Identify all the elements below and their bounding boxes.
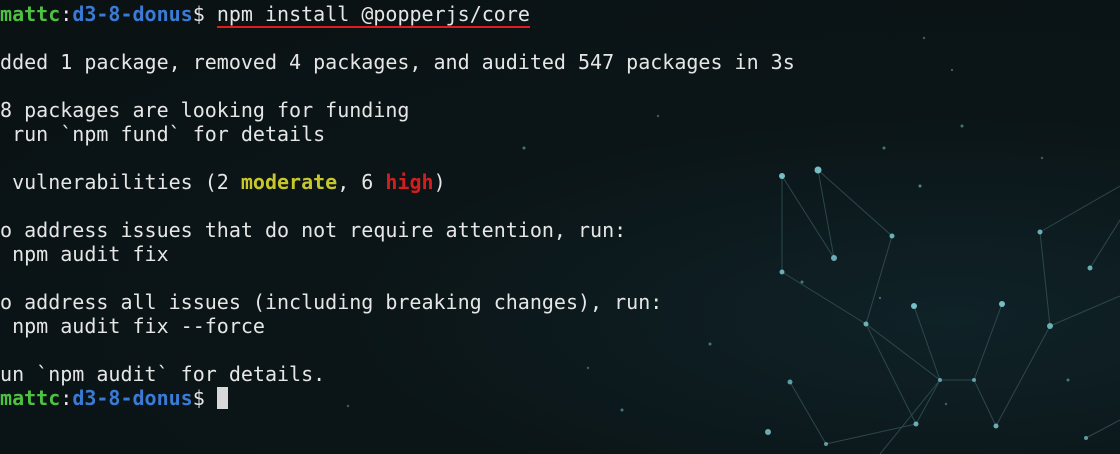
entered-command-text: npm install @popperjs/core	[216, 2, 530, 26]
vulnerability-text: vulnerabilities (	[0, 170, 217, 194]
moderate-count: 2	[216, 170, 241, 194]
prompt-path: d3-8-donus	[72, 386, 193, 410]
prompt-user: mattc	[0, 2, 61, 26]
output-fix-command: npm audit fix	[0, 242, 169, 266]
command-prompt-line: ☾mattc:d3-8-donus$ npm install @popperjs…	[0, 2, 1120, 28]
output-funding-line: 78 packages are looking for funding	[0, 98, 410, 122]
high-label: high	[385, 170, 434, 194]
vulnerability-close: )	[433, 170, 446, 194]
active-prompt-line[interactable]: ☾mattc:d3-8-donus$	[0, 386, 1120, 410]
prompt-symbol: $	[192, 2, 205, 26]
output-added-line: added 1 package, removed 4 packages, and…	[0, 50, 795, 74]
prompt-separator: :	[60, 386, 73, 410]
command-underline	[216, 26, 530, 28]
text-cursor[interactable]	[216, 387, 228, 409]
prompt-symbol: $	[192, 386, 205, 410]
prompt-separator: :	[60, 2, 73, 26]
vulnerability-separator: , 6	[337, 170, 386, 194]
prompt-user: mattc	[0, 386, 61, 410]
output-address-line: To address issues that do not require at…	[0, 218, 627, 242]
terminal-output: ☾mattc:d3-8-donus$ npm install @popperjs…	[0, 2, 1120, 410]
entered-command: npm install @popperjs/core	[216, 2, 530, 28]
output-force-fix-command: npm audit fix --force	[0, 314, 265, 338]
output-run-audit-line: Run `npm audit` for details.	[0, 362, 326, 386]
prompt-path: d3-8-donus	[72, 2, 193, 26]
output-fund-hint: run `npm fund` for details	[0, 122, 326, 146]
output-vulnerabilities-line: 8 vulnerabilities (2 moderate, 6 high)	[0, 170, 1120, 194]
moderate-label: moderate	[240, 170, 338, 194]
output-address-all-line: To address all issues (including breakin…	[0, 290, 663, 314]
